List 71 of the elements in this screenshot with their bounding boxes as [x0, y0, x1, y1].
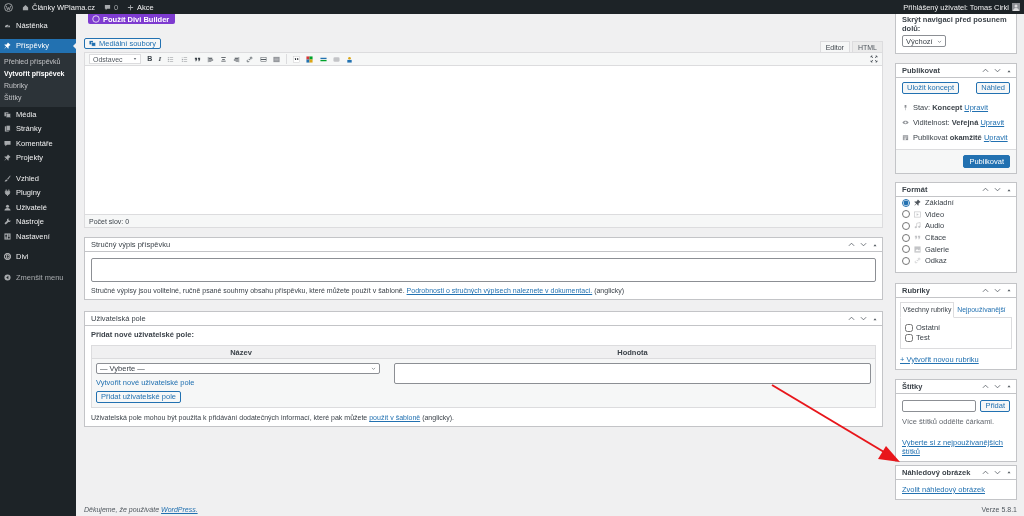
checkbox[interactable] [905, 323, 913, 332]
triangle-up-icon[interactable] [1006, 469, 1012, 476]
horizontal-line-icon[interactable] [259, 55, 267, 63]
wordpress-logo-icon[interactable] [4, 2, 13, 12]
person-lock-icon[interactable] [346, 55, 353, 63]
eye-icon [902, 119, 909, 126]
plug-icon [4, 189, 11, 197]
circle-arrow-icon [4, 273, 11, 281]
photos-icon [4, 110, 11, 118]
puzzle-icon[interactable] [306, 55, 314, 63]
pin-icon [4, 154, 11, 162]
chevron-up-icon[interactable] [848, 241, 855, 248]
chevron-up-icon[interactable] [848, 315, 855, 322]
tag-input[interactable] [902, 399, 977, 412]
person-icon [4, 203, 11, 211]
radio-button[interactable] [902, 210, 910, 219]
chevron-down-icon[interactable] [994, 382, 1001, 390]
pin-icon [914, 199, 921, 207]
link-icon[interactable] [246, 55, 254, 63]
chevron-down-icon[interactable] [860, 241, 867, 248]
quote-icon [914, 234, 921, 242]
triangle-up-icon[interactable] [1006, 287, 1012, 294]
wrench-icon [4, 218, 11, 226]
chevron-down-icon [936, 38, 942, 44]
circle-logo-icon [4, 253, 11, 261]
circle-logo-icon [92, 15, 100, 23]
chevron-down-icon[interactable] [994, 186, 1001, 193]
speech-bubble-icon [103, 3, 111, 11]
triangle-up-icon[interactable] [1006, 383, 1012, 390]
align-center-icon[interactable] [220, 55, 228, 63]
gallery-icon [914, 245, 921, 253]
align-left-icon[interactable] [206, 55, 214, 63]
chevron-down-icon[interactable] [994, 67, 1001, 74]
pin-icon [902, 104, 909, 111]
chevron-down-icon[interactable] [994, 286, 1001, 294]
excerpt-text-area[interactable] [91, 258, 876, 282]
checkbox[interactable] [905, 333, 913, 342]
plus-icon [127, 3, 135, 11]
avatar-icon[interactable] [1012, 3, 1020, 11]
pages-icon [4, 125, 11, 133]
radio-button[interactable] [902, 256, 910, 265]
calendar-icon [902, 134, 909, 141]
chevron-up-icon[interactable] [982, 286, 989, 294]
house-icon [22, 3, 29, 11]
radio-button[interactable] [902, 198, 910, 207]
chevron-down-icon [371, 366, 376, 371]
radio-button[interactable] [902, 245, 910, 254]
fullscreen-icon[interactable] [870, 55, 878, 63]
brush-icon [4, 174, 11, 182]
radio-button[interactable] [902, 222, 910, 230]
divider-icon[interactable] [319, 55, 327, 63]
toolbar-toggle-icon[interactable] [272, 55, 280, 63]
bullet-list-icon[interactable] [167, 55, 175, 63]
caret-icon [133, 57, 137, 61]
video-icon [914, 210, 921, 218]
align-right-icon[interactable] [233, 55, 241, 63]
field-value-input[interactable] [394, 363, 871, 384]
link-icon [914, 257, 921, 265]
speech-bubble-icon [4, 139, 11, 147]
quote-icon[interactable] [193, 55, 201, 63]
chevron-down-icon[interactable] [994, 468, 1001, 476]
pin-icon [4, 42, 11, 50]
chevron-up-icon[interactable] [982, 67, 989, 74]
media-icon [89, 40, 96, 47]
chevron-up-icon[interactable] [982, 468, 989, 476]
chevron-down-icon[interactable] [860, 315, 867, 322]
music-note-icon [914, 222, 921, 230]
chevron-up-icon[interactable] [982, 382, 989, 390]
chevron-up-icon[interactable] [982, 186, 989, 193]
sliders-icon [4, 232, 11, 240]
radio-button[interactable] [902, 233, 910, 242]
